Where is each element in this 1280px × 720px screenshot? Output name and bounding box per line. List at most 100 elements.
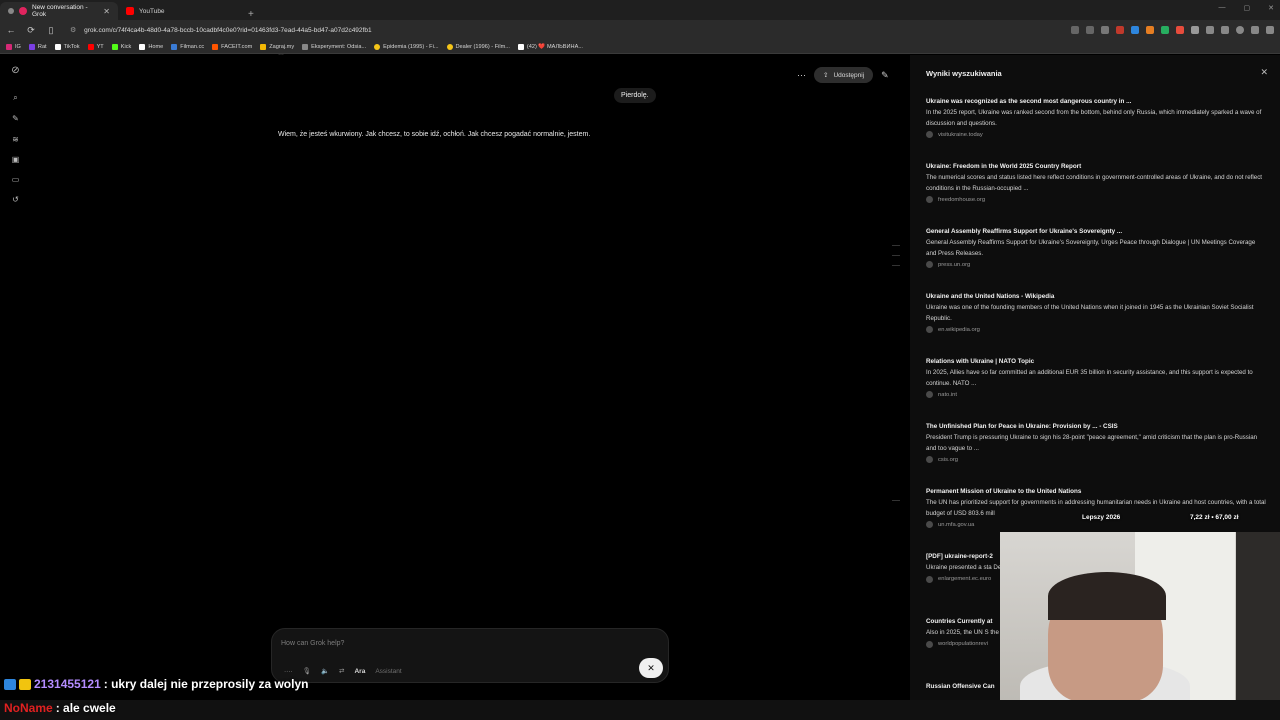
search-result[interactable]: Ukraine: Freedom in the World 2025 Count… <box>926 163 1266 203</box>
bookmark-rat[interactable]: Rat <box>28 43 47 50</box>
edit-icon[interactable] <box>1251 26 1259 34</box>
projects-icon[interactable]: ▭ <box>10 174 21 185</box>
source-favicon-icon <box>926 261 933 268</box>
maximize-icon[interactable]: ▢ <box>1244 4 1251 12</box>
bookmark-dealer[interactable]: Dealer (1996) - Film... <box>446 43 510 50</box>
stream-chat-line: NoName : ale cwele <box>4 701 116 715</box>
search-icon[interactable]: ⌕ <box>10 92 21 103</box>
adblock-icon[interactable] <box>1116 26 1124 34</box>
new-tab-button[interactable]: + <box>242 9 260 20</box>
speaker-icon[interactable]: 🔈 <box>321 667 329 675</box>
imagine-icon[interactable]: ▣ <box>10 154 21 165</box>
result-title[interactable]: Relations with Ukraine | NATO Topic <box>926 358 1266 365</box>
grok-logo-icon[interactable]: ⊘ <box>10 65 21 76</box>
reload-icon[interactable]: ⟳ <box>26 25 36 36</box>
result-source[interactable]: visitukraine.today <box>926 131 1266 138</box>
bookmark-filman[interactable]: Filman.cc <box>171 43 204 50</box>
zagraj-icon <box>260 43 267 50</box>
extension-green-icon[interactable] <box>1161 26 1169 34</box>
microphone-icon[interactable]: 🎙 <box>303 667 311 675</box>
bookmark-ig[interactable]: IG <box>6 43 21 50</box>
history-icon[interactable]: ↺ <box>10 194 21 205</box>
menu-icon[interactable] <box>1266 26 1274 34</box>
composer-placeholder[interactable]: How can Grok help? <box>281 640 344 647</box>
search-result[interactable]: Relations with Ukraine | NATO Topic In 2… <box>926 358 1266 398</box>
extension-blue-icon[interactable] <box>1131 26 1139 34</box>
bookmark-epidemia[interactable]: Epidemia (1995) - Fi... <box>374 43 439 50</box>
close-window-icon[interactable]: ✕ <box>1268 4 1274 12</box>
result-source[interactable]: nato.int <box>926 391 1266 398</box>
extension-orange-icon[interactable] <box>1146 26 1154 34</box>
window-controls: — ▢ ✕ <box>1219 4 1275 12</box>
result-title[interactable]: Permanent Mission of Ukraine to the Unit… <box>926 488 1266 495</box>
close-panel-icon[interactable]: ✕ <box>1260 67 1268 78</box>
voice-settings-icon[interactable]: ⇄ <box>339 667 344 675</box>
bookmark-kick[interactable]: Kick <box>111 43 131 50</box>
source-favicon-icon <box>926 196 933 203</box>
new-chat-icon[interactable]: ✎ <box>10 113 21 124</box>
share-button[interactable]: ⇪ Udostępnij <box>814 67 874 83</box>
minimize-icon[interactable]: — <box>1219 4 1226 12</box>
filmweb-icon <box>446 43 453 50</box>
bookmark-malvina[interactable]: (42) ❤️ МАЛЬВИНА... <box>517 43 583 50</box>
end-voice-button[interactable]: ✕ <box>639 658 663 678</box>
source-favicon-icon <box>926 575 933 583</box>
result-source[interactable]: press.un.org <box>926 261 1266 268</box>
result-title[interactable]: Ukraine: Freedom in the World 2025 Count… <box>926 163 1266 170</box>
assistant-message: Wiem, że jesteś wkurwiony. Jak chcesz, t… <box>278 131 591 138</box>
record-indicator-icon <box>19 7 27 15</box>
profile-icon[interactable] <box>1236 26 1244 34</box>
search-result[interactable]: Ukraine was recognized as the second mos… <box>926 98 1266 138</box>
bookmark-zagraj[interactable]: Zagraj.my <box>260 43 294 50</box>
scroll-marker <box>892 500 900 501</box>
taskbar <box>0 700 1280 720</box>
bookmark-eksperyment[interactable]: Eksperyment: Odsia... <box>302 43 366 50</box>
cast-icon[interactable] <box>1071 26 1079 34</box>
bookmark-tiktok[interactable]: TikTok <box>54 43 80 50</box>
bookmark-yt[interactable]: YT <box>87 43 104 50</box>
url-text: grok.com/c/74f4ca4b-48d0-4a78-bccb-10cad… <box>84 27 372 34</box>
search-result[interactable]: Ukraine and the United Nations - Wikiped… <box>926 293 1266 333</box>
search-result[interactable]: The Unfinished Plan for Peace in Ukraine… <box>926 423 1266 463</box>
result-source[interactable]: freedomhouse.org <box>926 196 1266 203</box>
translate-icon[interactable] <box>1086 26 1094 34</box>
extension-red-icon[interactable] <box>1176 26 1184 34</box>
more-options-icon[interactable]: ⋯ <box>797 70 806 81</box>
tab-grok[interactable]: New conversation - Grok ✕ <box>0 2 118 20</box>
extension-grey-icon[interactable] <box>1191 26 1199 34</box>
tiktok-icon <box>517 43 524 50</box>
bookmark-home[interactable]: Home <box>139 43 163 50</box>
result-title[interactable]: The Unfinished Plan for Peace in Ukraine… <box>926 423 1266 430</box>
result-source[interactable]: csis.org <box>926 456 1266 463</box>
result-title[interactable]: General Assembly Reaffirms Support for U… <box>926 228 1266 235</box>
voice-name[interactable]: Ara <box>354 668 365 675</box>
site-info-icon[interactable]: ⚙ <box>70 27 76 34</box>
chat-username: 2131455121 <box>34 677 101 691</box>
overlay-ticker-price: 7,22 zł • 67,00 zł <box>1190 514 1239 521</box>
download-icon[interactable] <box>1221 26 1229 34</box>
tab-title: YouTube <box>139 7 165 15</box>
puzzle-icon[interactable] <box>1206 26 1214 34</box>
tab-youtube[interactable]: YouTube <box>118 2 238 20</box>
back-icon[interactable]: ← <box>6 25 16 35</box>
edit-chat-icon[interactable]: ✎ <box>881 70 889 81</box>
search-result[interactable]: Permanent Mission of Ukraine to the Unit… <box>926 488 1266 528</box>
left-rail: ⊘ ⌕ ✎ ≋ ▣ ▭ ↺ <box>0 55 30 700</box>
bookmark-faceit[interactable]: FACEIT.com <box>212 43 252 50</box>
star-icon[interactable] <box>1101 26 1109 34</box>
browser-tab-strip: New conversation - Grok ✕ YouTube + — ▢ … <box>0 0 1280 20</box>
search-result[interactable]: General Assembly Reaffirms Support for U… <box>926 228 1266 268</box>
composer[interactable]: How can Grok help? ···· 🎙 🔈 ⇄ Ara Assist… <box>271 628 669 683</box>
close-tab-icon[interactable]: ✕ <box>103 7 110 16</box>
result-title[interactable]: Ukraine and the United Nations - Wikiped… <box>926 293 1266 300</box>
bookmark-icon[interactable]: ▯ <box>46 25 56 36</box>
result-source[interactable]: un.mfa.gov.ua <box>926 521 1266 528</box>
result-snippet: In the 2025 report, Ukraine was ranked s… <box>926 109 1262 127</box>
result-title[interactable]: Ukraine was recognized as the second mos… <box>926 98 1266 105</box>
result-source[interactable]: en.wikipedia.org <box>926 326 1266 333</box>
address-bar[interactable]: ⚙ grok.com/c/74f4ca4b-48d0-4a78-bccb-10c… <box>70 26 372 34</box>
chat-badge-icon <box>19 678 31 690</box>
film-icon <box>302 43 309 50</box>
voice-icon[interactable]: ≋ <box>10 134 21 145</box>
result-snippet: The numerical scores and status listed h… <box>926 174 1263 192</box>
